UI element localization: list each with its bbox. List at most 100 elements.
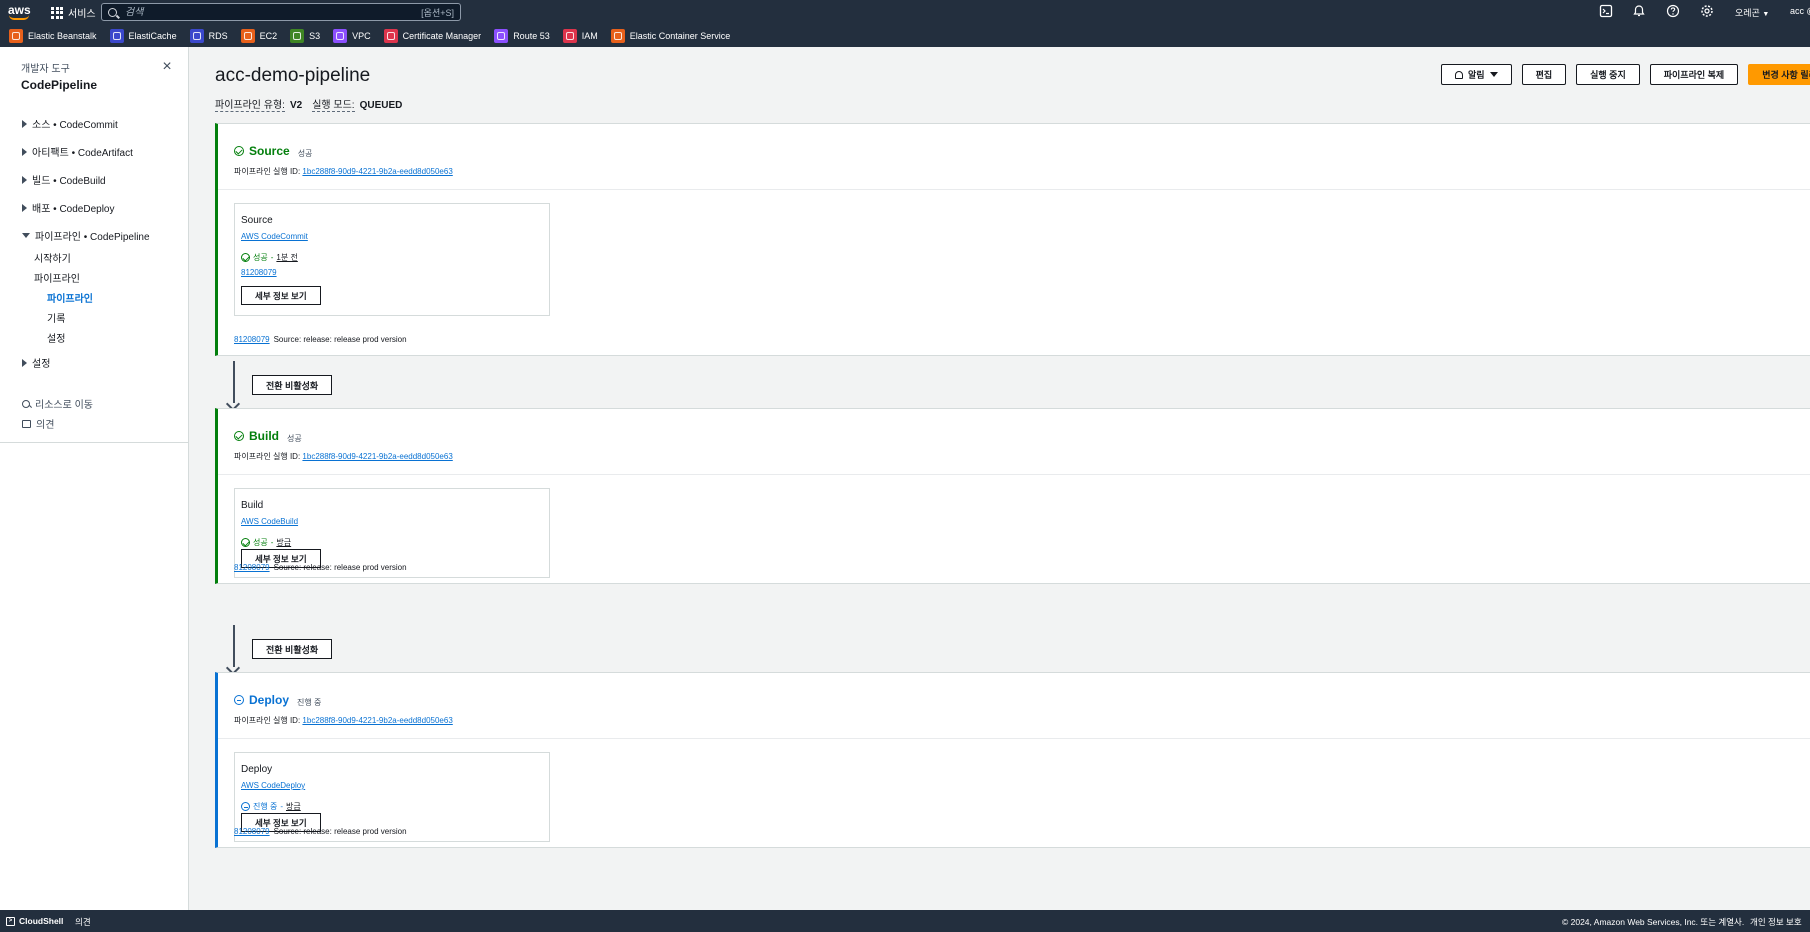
sidebar-item-getting-started[interactable]: 시작하기 <box>34 250 71 265</box>
stop-execution-button[interactable]: 실행 중지 <box>1576 64 1640 85</box>
favorite-label: VPC <box>352 31 371 41</box>
search-input[interactable] <box>125 6 422 18</box>
action-status-text: 성공 <box>253 538 268 547</box>
action-provider-link[interactable]: AWS CodeCommit <box>241 232 308 241</box>
sidebar-item-pipelines[interactable]: 파이프라인 <box>34 270 80 285</box>
bell-icon[interactable] <box>1632 4 1646 18</box>
success-icon <box>234 431 244 441</box>
cloudshell-button[interactable]: > CloudShell <box>6 916 63 926</box>
header-actions: 알림 편집 실행 중지 파이프라인 복제 변경 사항 릴리스 <box>1441 64 1810 85</box>
commit-message: Source: release: release prod version <box>273 563 407 572</box>
commit-link[interactable]: 81208079 <box>234 827 270 836</box>
sidebar-group-settings[interactable]: 설정 <box>22 355 50 370</box>
bell-icon <box>1455 70 1463 79</box>
favorite-vpc[interactable]: VPC <box>333 29 371 43</box>
action-provider-link[interactable]: AWS CodeBuild <box>241 517 298 526</box>
commit-link[interactable]: 81208079 <box>241 268 277 277</box>
sidebar-group-source[interactable]: 소스 • CodeCommit <box>22 116 118 131</box>
success-icon <box>234 146 244 156</box>
execution-id-label: 파이프라인 실행 ID: <box>234 167 301 176</box>
caret-right-icon <box>22 358 27 367</box>
clone-pipeline-button[interactable]: 파이프라인 복제 <box>1649 64 1739 85</box>
favorite-label: Elastic Beanstalk <box>28 31 97 41</box>
stage-deploy: Deploy 진행 중 파이프라인 실행 ID: 1bc288f8-90d9-4… <box>215 672 1810 848</box>
caret-down-icon <box>22 233 30 238</box>
sidebar-group-deploy[interactable]: 배포 • CodeDeploy <box>22 200 115 215</box>
stage-footer: 81208079 Source: release: release prod ve… <box>234 335 407 344</box>
cloudshell-icon: > <box>6 916 15 926</box>
execution-id-link[interactable]: 1bc288f8-90d9-4221-9b2a-eedd8d050e63 <box>302 452 452 461</box>
favorite-label: RDS <box>208 31 228 41</box>
stage-status: 성공 <box>287 434 302 443</box>
services-menu-button[interactable]: 서비스 <box>51 5 96 20</box>
commit-link[interactable]: 81208079 <box>234 563 270 572</box>
cloudshell-icon[interactable] <box>1599 4 1613 18</box>
feedback-link[interactable]: 의견 <box>22 416 54 431</box>
stage-name: Build <box>249 429 279 443</box>
close-icon[interactable]: × <box>160 59 174 75</box>
gear-icon[interactable] <box>1700 4 1714 18</box>
view-details-button[interactable]: 세부 정보 보기 <box>241 286 321 305</box>
go-to-resource-link[interactable]: 리소스로 이동 <box>22 396 93 411</box>
aws-logo[interactable]: aws <box>8 3 32 21</box>
commit-link[interactable]: 81208079 <box>234 335 270 344</box>
action-time[interactable]: 방금 <box>286 801 301 812</box>
sidebar-item-pipeline-settings[interactable]: 설정 <box>47 330 65 345</box>
action-status: 성공 - 1분 전 <box>241 252 298 263</box>
action-status: 성공 - 방금 <box>241 537 291 548</box>
account-menu[interactable]: acc @ <box>1790 6 1810 16</box>
copyright-text: © 2024, Amazon Web Services, Inc. 또는 계열사… <box>1562 917 1745 927</box>
service-icon <box>494 29 509 43</box>
sidebar-group-label: 배포 • CodeDeploy <box>32 204 115 215</box>
edit-button[interactable]: 편집 <box>1521 64 1567 85</box>
help-icon[interactable] <box>1666 4 1680 18</box>
favorite-route-53[interactable]: Route 53 <box>494 29 550 43</box>
transition-source-build: 전환 비활성화 <box>215 359 1810 412</box>
notify-label: 알림 <box>1468 70 1485 80</box>
execution-mode-label[interactable]: 실행 모드: <box>312 100 355 112</box>
commit-message: Source: release: release prod version <box>273 335 407 344</box>
search-icon <box>108 7 117 17</box>
action-name: Build <box>241 500 264 511</box>
footer-feedback-link[interactable]: 의견 <box>75 916 91 928</box>
favorite-s3[interactable]: S3 <box>290 29 320 43</box>
notify-button[interactable]: 알림 <box>1441 64 1512 85</box>
region-selector[interactable]: 오레곤 ▼ <box>1735 6 1769 19</box>
disable-transition-button[interactable]: 전환 비활성화 <box>252 639 333 659</box>
success-icon <box>241 253 250 262</box>
favorite-elastic-container-service[interactable]: Elastic Container Service <box>610 29 730 43</box>
action-provider-link[interactable]: AWS CodeDeploy <box>241 781 305 790</box>
favorite-rds[interactable]: RDS <box>189 29 228 43</box>
action-time[interactable]: 방금 <box>276 537 291 548</box>
release-change-button[interactable]: 변경 사항 릴리스 <box>1748 64 1810 85</box>
footer: > CloudShell 의견 © 2024, Amazon Web Servic… <box>0 910 1810 932</box>
action-time[interactable]: 1분 전 <box>276 252 297 263</box>
favorite-iam[interactable]: IAM <box>562 29 598 43</box>
pipeline-type-label[interactable]: 파이프라인 유형: <box>215 100 285 112</box>
favorite-certificate-manager[interactable]: Certificate Manager <box>383 29 481 43</box>
execution-id-link[interactable]: 1bc288f8-90d9-4221-9b2a-eedd8d050e63 <box>302 167 452 176</box>
favorite-elastic-beanstalk[interactable]: Elastic Beanstalk <box>9 29 97 43</box>
favorite-label: Route 53 <box>513 31 550 41</box>
favorite-label: ElastiCache <box>128 31 177 41</box>
service-icon <box>189 29 204 43</box>
execution-id-link[interactable]: 1bc288f8-90d9-4221-9b2a-eedd8d050e63 <box>302 716 452 725</box>
favorite-elasticache[interactable]: ElastiCache <box>109 29 177 43</box>
search-bar[interactable]: [옵션+S] <box>101 3 461 21</box>
sidebar-group-label: 소스 • CodeCommit <box>32 120 118 131</box>
favorite-ec2[interactable]: EC2 <box>240 29 277 43</box>
caret-right-icon <box>22 147 27 156</box>
sidebar-group-artifact[interactable]: 아티팩트 • CodeArtifact <box>22 144 133 159</box>
sidebar-item-pipeline-active[interactable]: 파이프라인 <box>47 290 93 305</box>
sidebar-item-history[interactable]: 기록 <box>47 310 65 325</box>
disable-transition-button[interactable]: 전환 비활성화 <box>252 375 333 395</box>
sidebar-title[interactable]: CodePipeline <box>21 78 97 92</box>
pipeline-type-value: V2 <box>289 100 303 111</box>
service-icon <box>610 29 625 43</box>
sidebar-group-build[interactable]: 빌드 • CodeBuild <box>22 172 106 187</box>
caret-down-icon <box>1489 72 1498 77</box>
stage-status: 진행 중 <box>297 698 322 707</box>
sidebar-group-pipeline[interactable]: 파이프라인 • CodePipeline <box>22 228 150 243</box>
privacy-link[interactable]: 개인 정보 보호 <box>1750 916 1802 928</box>
caret-right-icon <box>22 203 27 212</box>
